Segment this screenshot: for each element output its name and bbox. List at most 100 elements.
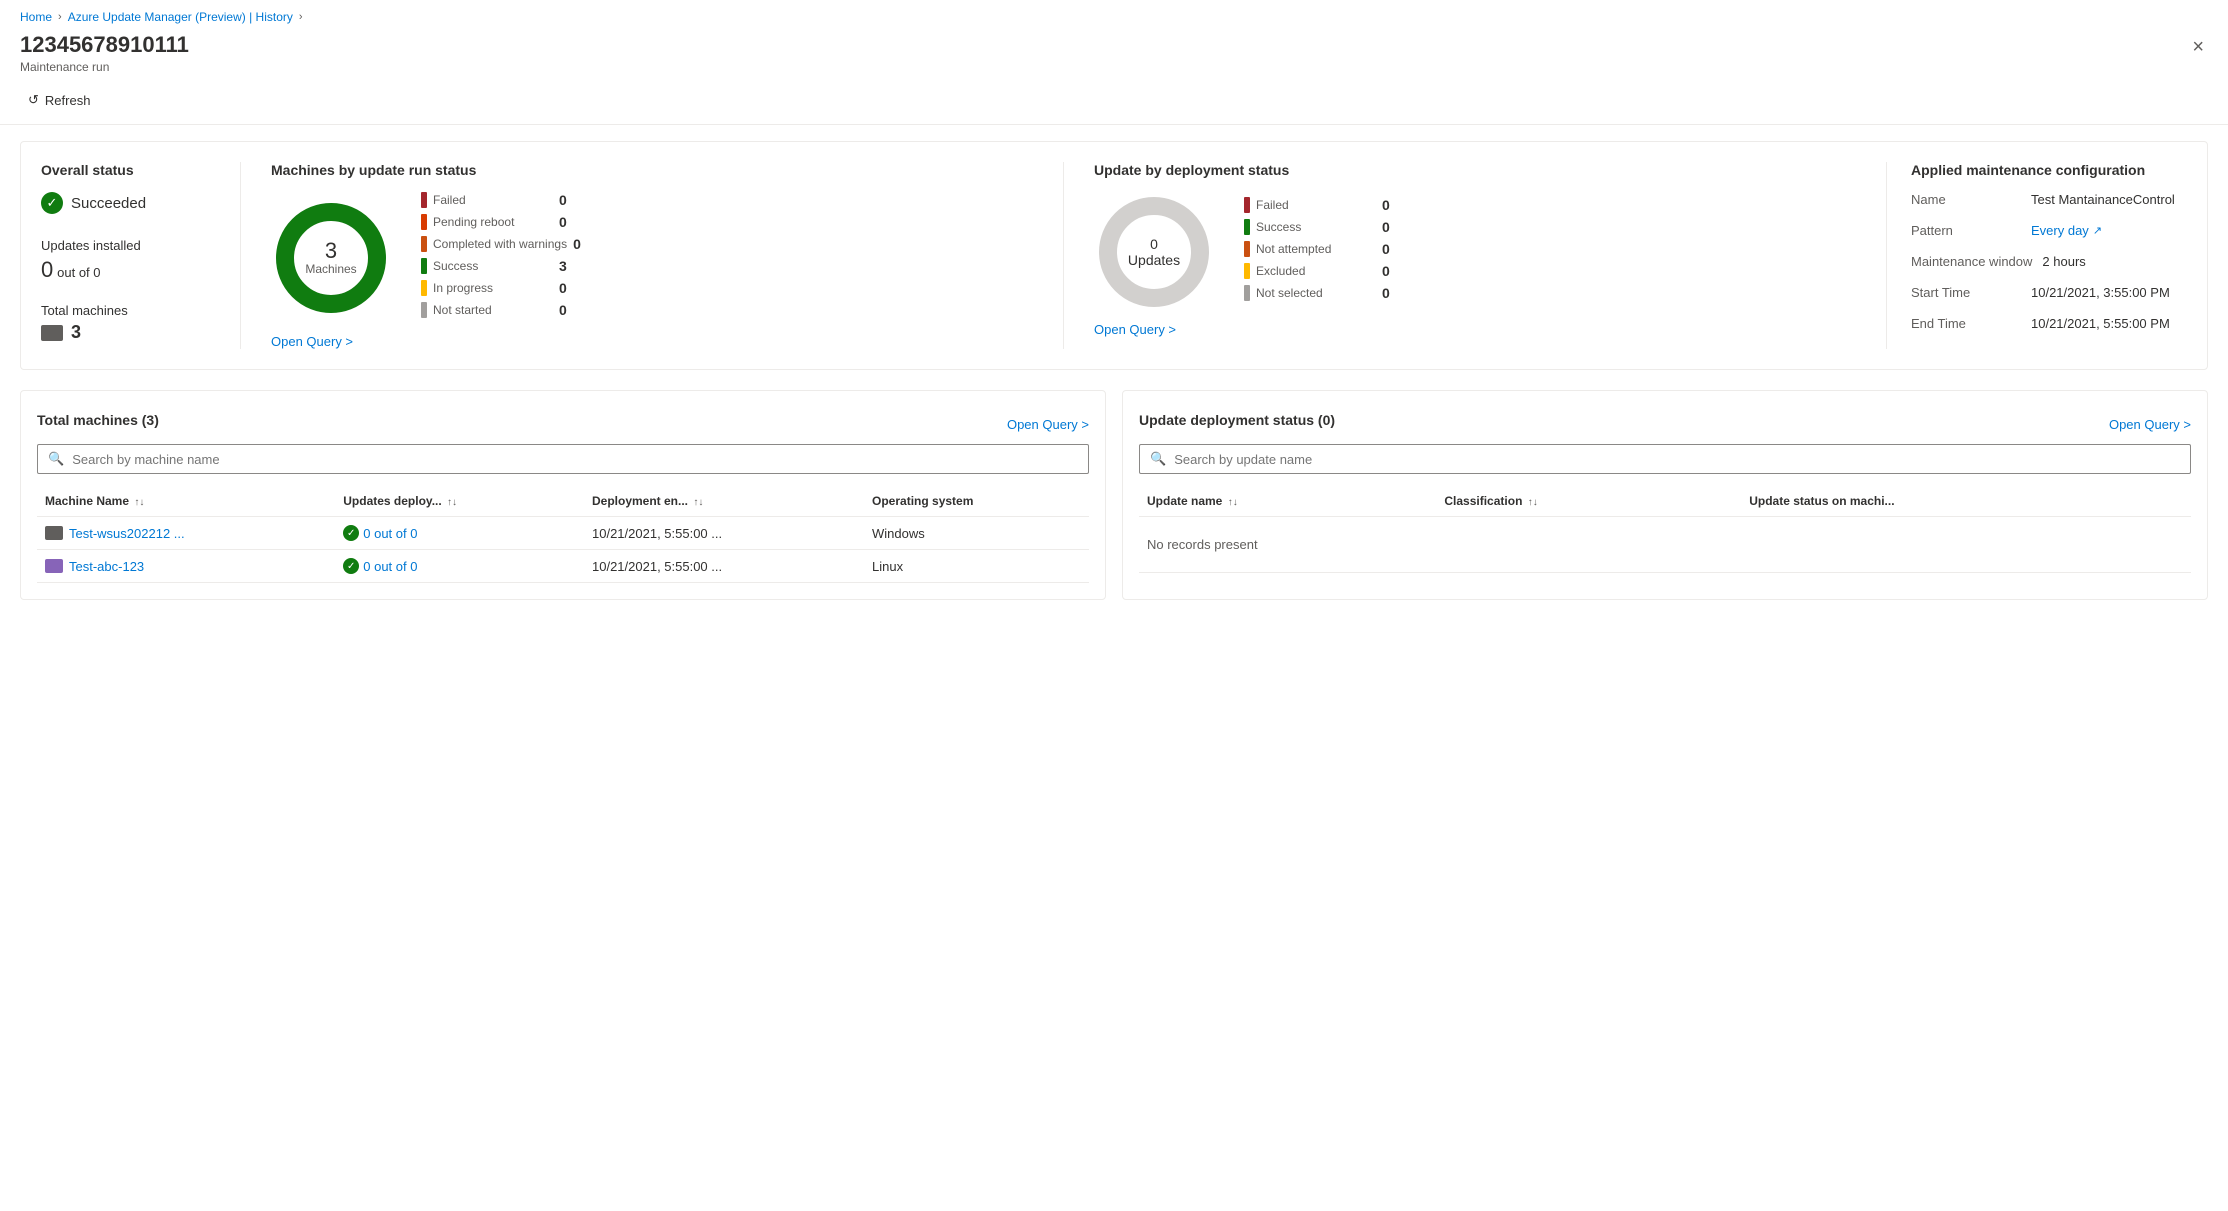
status-num-warnings: 0	[573, 236, 581, 252]
header-left: 12345678910111 Maintenance run	[20, 32, 189, 74]
status-name-notstarted: Not started	[433, 303, 553, 317]
config-name-value: Test MantainanceControl	[2031, 192, 2175, 207]
update-deployment-panel: Update deployment status (0) Open Query …	[1122, 390, 2208, 600]
status-bar-warnings	[421, 236, 427, 252]
success-icon: ✓	[41, 192, 63, 214]
donut-num: 3	[305, 240, 356, 262]
breadcrumb-sep2: ›	[299, 11, 303, 23]
status-item-notstarted: Not started 0	[421, 302, 581, 318]
status-item-success: Success 3	[421, 258, 581, 274]
config-window-value: 2 hours	[2042, 254, 2085, 269]
updates-count-num: 0	[41, 257, 53, 282]
config-end-value: 10/21/2021, 5:55:00 PM	[2031, 316, 2170, 331]
dep-status-success: Success 0	[1244, 219, 1390, 235]
updates-link-1[interactable]: 0 out of 0	[363, 526, 417, 541]
page-container: Home › Azure Update Manager (Preview) | …	[0, 0, 2228, 1211]
col-machine-name: Machine Name ↑↓	[37, 486, 335, 517]
deployment-chart-area: 0 Updates Failed 0 Success 0	[1094, 192, 1856, 312]
no-records-text: No records present	[1147, 525, 2183, 564]
overall-status-section: Overall status ✓ Succeeded Updates insta…	[41, 162, 241, 349]
total-machines-label: Total machines	[41, 303, 220, 318]
machine-name-link-1[interactable]: Test-wsus202212 ...	[45, 526, 327, 541]
machines-panel-open-query[interactable]: Open Query >	[1007, 417, 1089, 432]
updates-out-of: out of 0	[57, 265, 100, 280]
breadcrumb-home[interactable]: Home	[20, 10, 52, 24]
status-name-success: Success	[433, 259, 553, 273]
os-2: Linux	[864, 550, 1089, 583]
deployment-open-query[interactable]: Open Query >	[1094, 322, 1176, 337]
col-classification: Classification ↑↓	[1436, 486, 1741, 517]
machine-icon-1	[45, 526, 63, 540]
breadcrumb: Home › Azure Update Manager (Preview) | …	[0, 0, 2228, 28]
sort-icon-deployment-end[interactable]: ↑↓	[693, 497, 703, 508]
refresh-button[interactable]: ↺ Refresh	[20, 88, 98, 112]
updates-table: Update name ↑↓ Classification ↑↓ Update …	[1139, 486, 2191, 573]
machines-table-header-row: Machine Name ↑↓ Updates deploy... ↑↓ Dep…	[37, 486, 1089, 517]
table-row: Test-wsus202212 ... ✓ 0 out of 0 10/21/2…	[37, 517, 1089, 550]
config-start-value: 10/21/2021, 3:55:00 PM	[2031, 285, 2170, 300]
updates-table-head: Update name ↑↓ Classification ↑↓ Update …	[1139, 486, 2191, 517]
dep-num-success: 0	[1382, 219, 1390, 235]
success-badge-1: ✓ 0 out of 0	[343, 525, 576, 541]
sort-icon-update-name[interactable]: ↑↓	[1228, 497, 1238, 508]
status-num-inprogress: 0	[559, 280, 567, 296]
machine-name-cell: Test-wsus202212 ...	[37, 517, 335, 550]
deployment-section-title: Update by deployment status	[1094, 162, 1856, 178]
machine-icon	[41, 325, 63, 341]
config-window-row: Maintenance window 2 hours	[1911, 254, 2187, 269]
machines-chart-area: 3 Machines Failed 0 Pending r	[271, 192, 1033, 324]
sort-icon-machine[interactable]: ↑↓	[134, 497, 144, 508]
os-1: Windows	[864, 517, 1089, 550]
col-update-name: Update name ↑↓	[1139, 486, 1436, 517]
updates-table-body: No records present	[1139, 517, 2191, 573]
machines-table: Machine Name ↑↓ Updates deploy... ↑↓ Dep…	[37, 486, 1089, 583]
update-panel-open-query[interactable]: Open Query >	[2109, 417, 2191, 432]
page-title: 12345678910111	[20, 32, 189, 58]
config-start-label: Start Time	[1911, 285, 2021, 300]
deployment-donut-label: 0 Updates	[1124, 236, 1184, 268]
updates-deploy-cell-1: ✓ 0 out of 0	[335, 517, 584, 550]
machine-search-box[interactable]: 🔍	[37, 444, 1089, 474]
machines-by-status-section: Machines by update run status 3 Machines	[241, 162, 1064, 349]
config-end-row: End Time 10/21/2021, 5:55:00 PM	[1911, 316, 2187, 331]
config-name-label: Name	[1911, 192, 2021, 207]
dep-bar-failed	[1244, 197, 1250, 213]
update-search-input[interactable]	[1174, 452, 2180, 467]
dep-bar-excluded	[1244, 263, 1250, 279]
deployment-status-list: Failed 0 Success 0 Not attempted 0	[1244, 197, 1390, 307]
breadcrumb-sep1: ›	[58, 11, 62, 23]
page-subtitle: Maintenance run	[20, 60, 189, 74]
machines-open-query[interactable]: Open Query >	[271, 334, 353, 349]
status-panel: Overall status ✓ Succeeded Updates insta…	[20, 141, 2208, 370]
toolbar: ↺ Refresh	[0, 82, 2228, 125]
applied-config-section: Applied maintenance configuration Name T…	[1887, 162, 2187, 349]
no-records-cell: No records present	[1139, 517, 2191, 573]
config-name-row: Name Test MantainanceControl	[1911, 192, 2187, 207]
machine-search-icon: 🔍	[48, 451, 64, 467]
status-bar-pending	[421, 214, 427, 230]
machine-icon-2	[45, 559, 63, 573]
machine-name-cell-2: Test-abc-123	[37, 550, 335, 583]
machine-search-input[interactable]	[72, 452, 1078, 467]
refresh-icon: ↺	[28, 92, 39, 108]
machines-section-title: Machines by update run status	[271, 162, 1033, 178]
donut-label: 3 Machines	[305, 240, 356, 276]
table-row: Test-abc-123 ✓ 0 out of 0 10/21/2021, 5:…	[37, 550, 1089, 583]
sort-icon-classification[interactable]: ↑↓	[1528, 497, 1538, 508]
dep-num-not-attempted: 0	[1382, 241, 1390, 257]
sort-icon-updates[interactable]: ↑↓	[447, 497, 457, 508]
machine-name-link-2[interactable]: Test-abc-123	[45, 559, 327, 574]
update-search-box[interactable]: 🔍	[1139, 444, 2191, 474]
config-pattern-row: Pattern Every day ↗	[1911, 223, 2187, 238]
dep-bar-not-attempted	[1244, 241, 1250, 257]
main-content: Overall status ✓ Succeeded Updates insta…	[0, 125, 2228, 616]
deployment-end-2: 10/21/2021, 5:55:00 ...	[584, 550, 864, 583]
breadcrumb-parent[interactable]: Azure Update Manager (Preview) | History	[68, 10, 293, 24]
status-bar-notstarted	[421, 302, 427, 318]
external-link-icon: ↗	[2093, 224, 2102, 237]
close-button[interactable]: ×	[2188, 32, 2208, 63]
config-end-label: End Time	[1911, 316, 2021, 331]
config-pattern-link[interactable]: Every day ↗	[2031, 223, 2102, 238]
deployment-end-1: 10/21/2021, 5:55:00 ...	[584, 517, 864, 550]
updates-link-2[interactable]: 0 out of 0	[363, 559, 417, 574]
